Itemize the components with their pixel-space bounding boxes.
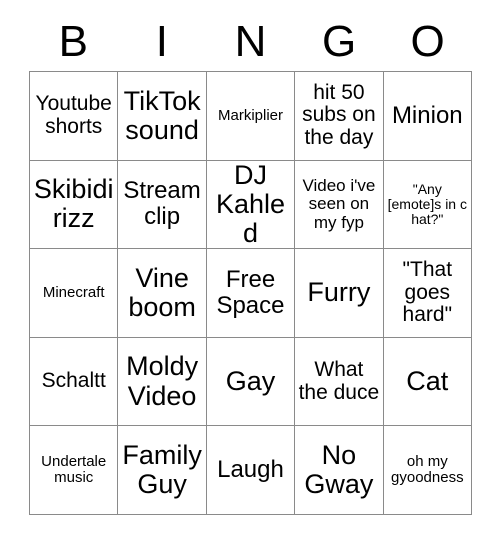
bingo-cell[interactable]: Gay xyxy=(206,337,296,427)
bingo-cell-label: Stream clip xyxy=(123,177,201,231)
bingo-cell-label: oh my gyoodness xyxy=(391,453,464,487)
bingo-cell[interactable]: Family Guy xyxy=(118,426,207,515)
bingo-cell[interactable]: "Any [emote]s in c hat?" xyxy=(383,160,472,250)
bingo-cell-label: Schaltt xyxy=(41,369,106,393)
bingo-cell-label: Moldy Video xyxy=(126,351,199,411)
bingo-cell[interactable]: "That goes hard" xyxy=(383,249,472,338)
bingo-cell[interactable]: Vine boom xyxy=(118,249,207,338)
bingo-cell-label: Laugh xyxy=(217,456,284,484)
bingo-cell[interactable]: Free Space xyxy=(206,249,296,338)
bingo-cell[interactable]: Laugh xyxy=(206,426,296,515)
bingo-cell-label: "Any [emote]s in c hat?" xyxy=(387,180,467,227)
bingo-cell-label: Furry xyxy=(307,277,371,308)
bingo-cell[interactable]: Stream clip xyxy=(118,160,207,250)
bingo-cell[interactable]: Youtube shorts xyxy=(30,72,119,161)
bingo-cell-label: Minecraft xyxy=(42,283,105,301)
bingo-cell[interactable]: Schaltt xyxy=(30,337,119,427)
bingo-cell[interactable]: Minion xyxy=(383,72,472,161)
bingo-cell[interactable]: TikTok sound xyxy=(118,72,207,161)
bingo-cell-label: What the duce xyxy=(298,357,380,404)
bingo-cell[interactable]: What the duce xyxy=(295,337,384,427)
bingo-cell-label: Skibidi rizz xyxy=(33,174,114,234)
bingo-header-letter-b: B xyxy=(58,17,88,66)
bingo-cell-label: DJ Kahled xyxy=(215,160,286,248)
bingo-cell[interactable]: DJ Kahled xyxy=(206,160,296,250)
bingo-header-letter-g: G xyxy=(321,17,357,66)
bingo-cell-label: Vine boom xyxy=(128,262,196,322)
bingo-cell[interactable]: Video i've seen on my fyp xyxy=(295,160,384,250)
bingo-cell-label: No Gway xyxy=(304,440,374,500)
bingo-cell-label: Minion xyxy=(391,101,463,129)
bingo-cell-label: Cat xyxy=(406,366,449,397)
bingo-cell[interactable]: Skibidi rizz xyxy=(30,160,119,250)
bingo-cell[interactable]: Undertale music xyxy=(30,426,119,515)
bingo-cell[interactable]: Cat xyxy=(383,337,472,427)
bingo-grid: Youtube shorts TikTok sound Markiplier hit … xyxy=(29,71,472,515)
bingo-cell[interactable]: No Gway xyxy=(295,426,384,515)
bingo-cell-label: Markiplier xyxy=(217,106,283,124)
bingo-cell-label: Video i've seen on my fyp xyxy=(302,175,376,232)
bingo-header-letter-o: O xyxy=(410,17,445,66)
bingo-header-row: B I N G O xyxy=(29,16,472,68)
bingo-cell[interactable]: Markiplier xyxy=(206,72,296,161)
bingo-cell-label: Undertale music xyxy=(41,453,107,487)
bingo-cell-label: TikTok sound xyxy=(123,85,201,145)
bingo-header-letter-i: I xyxy=(155,17,168,66)
bingo-cell[interactable]: Furry xyxy=(295,249,384,338)
bingo-cell-label: "That goes hard" xyxy=(402,257,453,327)
bingo-cell-label: Youtube shorts xyxy=(35,92,112,138)
bingo-cell[interactable]: hit 50 subs on the day xyxy=(295,72,384,161)
bingo-card: B I N G O Youtube shorts TikTok sound Mark… xyxy=(0,0,500,544)
bingo-cell-label: Gay xyxy=(225,366,276,397)
bingo-cell[interactable]: Minecraft xyxy=(30,249,119,338)
bingo-cell[interactable]: Moldy Video xyxy=(118,337,207,427)
bingo-cell-label: Free Space xyxy=(216,266,285,319)
bingo-header-letter-n: N xyxy=(234,17,267,66)
bingo-cell[interactable]: oh my gyoodness xyxy=(383,426,472,515)
bingo-cell-label: hit 50 subs on the day xyxy=(302,80,376,150)
bingo-cell-label: Family Guy xyxy=(122,440,202,500)
